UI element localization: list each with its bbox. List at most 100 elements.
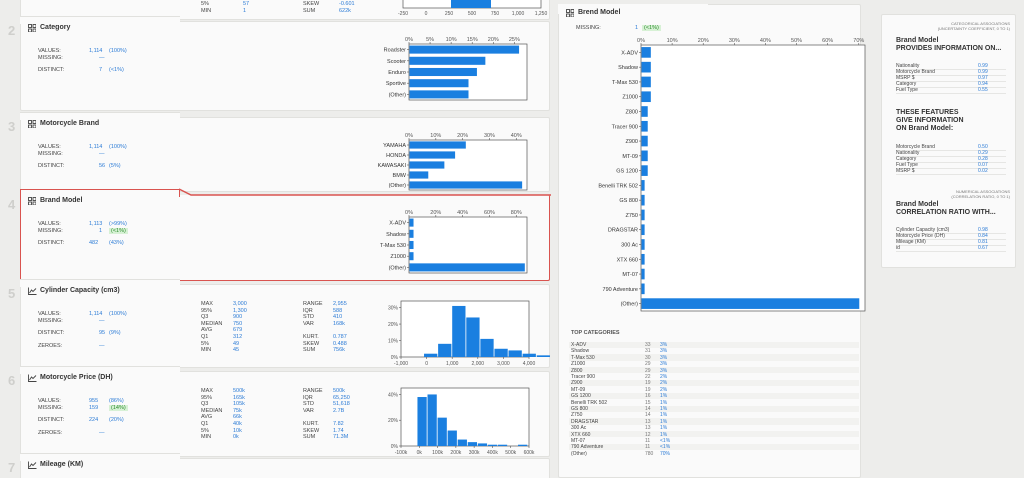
moment-value: 0.488 <box>333 340 347 347</box>
hist-bin <box>451 0 491 8</box>
quantile-value: 66k <box>233 414 242 421</box>
stat-percent: (<1%) <box>109 67 124 73</box>
category-bar-chart: 0% 20% 40% 60% 80% X-ADV Shadow T-Max 530 Z1000 (… <box>380 210 528 274</box>
stat-percent: (5%) <box>109 163 121 169</box>
bar-label: Shadow <box>386 232 406 238</box>
x-tick-label: 0 <box>425 11 428 17</box>
variable-card-motorcycle-brand[interactable]: Motorcycle Brand VALUES: 1,114 (100%) MISSIN… <box>20 112 550 192</box>
stat-label: 5% <box>201 1 209 7</box>
histogram-partial: -250 0 250 500 750 1,000 1,250 <box>398 0 547 17</box>
quantile-value: 750 <box>233 320 243 327</box>
assoc-value: 0.55 <box>978 87 988 93</box>
card-tab <box>20 366 180 374</box>
categorical-associations-subcaption: (UNCERTAINTY COEFFICIENT, 0 TO 1) <box>937 26 1010 31</box>
moment-label: SKEW <box>303 427 320 434</box>
top-category-pct: 3% <box>660 354 668 361</box>
stat-label: DISTINCT: <box>38 417 65 423</box>
stat-label: MIN <box>201 8 212 14</box>
card-tab <box>20 279 180 287</box>
variable-card-brand-model[interactable]: Brand Model VALUES: 1,113 (>99%) MISSING: 1 (<… <box>20 188 551 281</box>
x-tick-label: 20% <box>698 38 709 44</box>
stat-label: VALUES: <box>38 144 61 150</box>
hist-bin <box>497 444 508 446</box>
categorical-grid-icon <box>28 120 36 128</box>
bar-label: BMW <box>393 173 407 179</box>
bar-benelli-trk-502 <box>641 180 645 191</box>
card-tab <box>20 453 180 461</box>
assoc-heading-3a: Brand Model <box>896 201 939 208</box>
row-stripe <box>569 431 859 438</box>
assoc-heading-2c: ON Brand Model: <box>896 125 954 132</box>
hist-bin <box>437 417 447 446</box>
variable-index: 7 <box>8 460 16 475</box>
categorical-grid-icon <box>28 197 36 205</box>
variable-card-category[interactable]: Category VALUES: 1,114 (100%) MISSING: — DISTI… <box>20 16 550 111</box>
stat-percent: (100%) <box>109 48 127 54</box>
hist-bin <box>452 305 466 357</box>
stat-percent: (20%) <box>109 417 124 423</box>
stat-value: — <box>99 430 105 436</box>
stat-label: VALUES: <box>38 398 61 404</box>
assoc-name: id <box>896 245 900 251</box>
stat-value: 95 <box>99 330 106 336</box>
variable-title[interactable]: Brand Model <box>40 197 82 204</box>
top-category-count: 33 <box>645 342 651 348</box>
x-tick-label: 40% <box>457 210 468 216</box>
x-tick-label: 0% <box>637 38 645 44</box>
variable-card-cylinder-capacity-cm3-[interactable]: Cylinder Capacity (cm3) VALUES: 1,114 (100%… <box>20 279 579 368</box>
row-stripe <box>569 392 859 400</box>
x-tick-label: 5% <box>426 37 434 43</box>
associations-panel: CATEGORICAL ASSOCIATIONS (UNCERTAINTY COE… <box>881 14 1016 268</box>
moment-value: 2.7B <box>333 407 345 414</box>
quantile-value: 900 <box>233 314 243 321</box>
stat-value: -0.601 <box>339 1 355 7</box>
variable-title[interactable]: Mileage (KM) <box>40 461 83 468</box>
variable-title[interactable]: Category <box>40 24 70 31</box>
variable-card-mileage-km-[interactable]: Mileage (KM) <box>20 453 550 478</box>
stat-label: SKEW <box>303 1 320 7</box>
moment-value: 65,250 <box>333 394 350 401</box>
bar-dragstar <box>641 224 645 236</box>
quantile-value: 165k <box>233 394 245 401</box>
bar-790-adventure <box>641 283 645 295</box>
quantile-value: 10k <box>233 427 242 434</box>
quantile-label: 5% <box>201 427 209 434</box>
stat-label: ZEROES: <box>38 343 63 349</box>
bar-gs-800 <box>641 194 645 206</box>
bar-label: T-Max 530 <box>380 243 406 249</box>
variable-title[interactable]: Cylinder Capacity (cm3) <box>40 287 120 294</box>
moment-value: 756k <box>333 347 345 354</box>
bar-label: Sportive <box>386 81 406 87</box>
variable-card-motorcycle-price-dh-[interactable]: Motorcycle Price (DH) VALUES: 955 (86%) MISS… <box>20 366 550 457</box>
variable-title[interactable]: Motorcycle Brand <box>40 120 99 127</box>
stat-value: 955 <box>89 398 99 404</box>
bar-enduro <box>409 67 477 77</box>
variable-index: 6 <box>8 373 16 388</box>
moment-value: 2,955 <box>333 301 347 307</box>
moment-value: 1.74 <box>333 427 344 434</box>
top-category-count: 14 <box>645 406 651 412</box>
variable-title[interactable]: Motorcycle Price (DH) <box>40 374 113 381</box>
hist-bin <box>477 443 488 446</box>
moment-value: 410 <box>333 314 343 321</box>
detail-title[interactable]: Brend Model <box>578 9 620 16</box>
moment-value: 500k <box>333 388 345 394</box>
bar-mt-07 <box>641 268 645 280</box>
assoc-heading-1b: PROVIDES INFORMATION ON... <box>896 45 1002 52</box>
quantile-label: MEDIAN <box>201 407 223 414</box>
assoc-name: MSRP $ <box>896 168 915 174</box>
bar-label: Shadow <box>618 65 638 71</box>
variable-index: 3 <box>8 119 16 134</box>
row-stripe <box>569 341 859 348</box>
quantile-value: 0k <box>233 434 239 441</box>
x-tick-label: -100k <box>395 450 408 456</box>
stat-percent: (100%) <box>109 144 127 150</box>
x-tick-label: 10% <box>430 133 441 139</box>
quantile-label: Q1 <box>201 421 209 427</box>
categorical-grid-icon <box>28 24 36 32</box>
bar-shadow <box>409 229 414 238</box>
card-tab <box>20 16 180 24</box>
hist-bin <box>518 444 528 446</box>
assoc-heading-3b: CORRELATION RATIO WITH... <box>896 209 996 216</box>
x-tick-label: -1,000 <box>394 361 408 367</box>
